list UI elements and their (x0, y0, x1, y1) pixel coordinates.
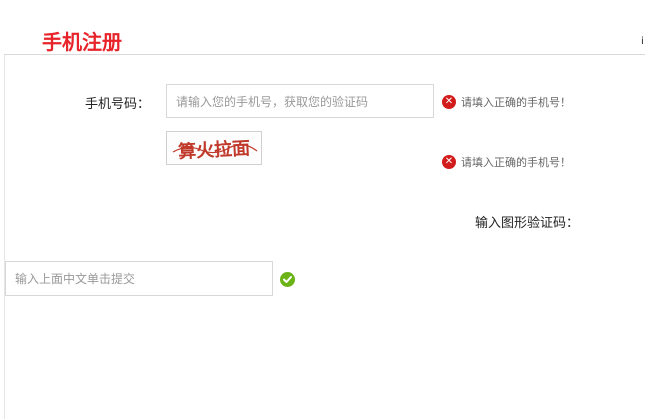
captcha-text: 算火拉面 (178, 137, 251, 163)
page-title: 手机注册 (42, 30, 122, 54)
captcha-image[interactable]: 算火拉面 (166, 131, 262, 165)
captcha-label: 输入图形验证码： (475, 216, 580, 231)
phone-error-text: 请填入正确的手机号！ (461, 96, 571, 109)
phone-input[interactable]: 请输入您的手机号，获取您的验证码 (166, 84, 434, 118)
captcha-graphic: 算火拉面 (172, 137, 258, 163)
header-edge-mark: i (641, 36, 644, 47)
content-left-border (4, 55, 5, 419)
header-divider (4, 54, 645, 55)
check-circle-icon (280, 272, 295, 287)
error-icon: ✕ (442, 155, 456, 169)
error-icon: ✕ (442, 95, 456, 109)
captcha-text-input[interactable]: 输入上面中文单击提交 (5, 261, 273, 296)
captcha-error-text: 请填入正确的手机号！ (461, 156, 571, 169)
phone-label: 手机号码： (85, 97, 151, 112)
